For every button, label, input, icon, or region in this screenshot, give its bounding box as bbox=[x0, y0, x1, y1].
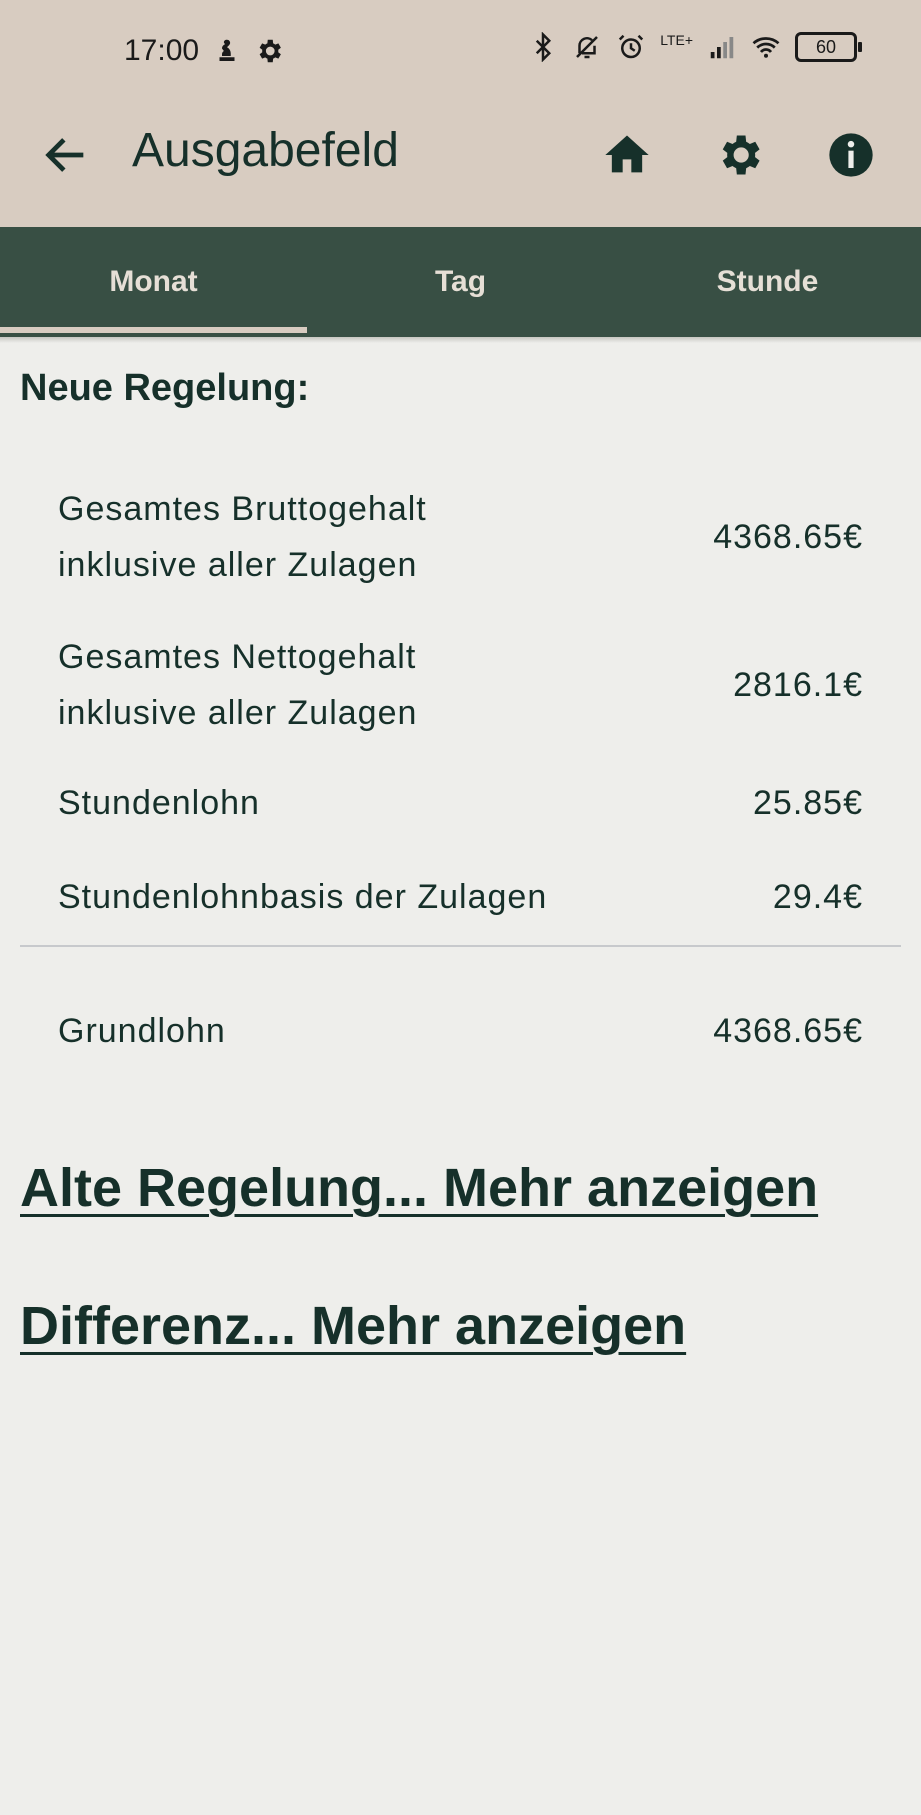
settings-button[interactable] bbox=[709, 125, 769, 185]
row-label: Gesamtes Nettogehalt inklusive aller Zul… bbox=[58, 629, 417, 741]
status-right-icons: LTE+ 60 bbox=[528, 32, 862, 62]
row-value: 29.4€ bbox=[772, 877, 863, 916]
status-time: 17:00 bbox=[124, 34, 200, 67]
alarm-icon bbox=[619, 34, 644, 59]
row-label-line: Gesamtes Bruttogehalt bbox=[58, 490, 427, 528]
row-value: 2816.1€ bbox=[733, 665, 863, 704]
row-netto: Gesamtes Nettogehalt inklusive aller Zul… bbox=[58, 629, 863, 741]
status-bar: 17:00 LTE+ 60 bbox=[0, 0, 921, 103]
back-button[interactable] bbox=[40, 129, 92, 181]
divider bbox=[20, 945, 901, 947]
row-label-line: inklusive aller Zulagen bbox=[58, 546, 418, 584]
network-type: LTE+ bbox=[660, 32, 693, 48]
tab-bar: Monat Tag Stunde bbox=[0, 227, 921, 337]
bluetooth-icon bbox=[536, 32, 552, 62]
row-label-line: Gesamtes Nettogehalt bbox=[58, 638, 417, 676]
alte-regelung-link[interactable]: Alte Regelung... Mehr anzeigen bbox=[20, 1157, 818, 1219]
wifi-icon bbox=[752, 37, 780, 58]
row-value: 4368.65€ bbox=[713, 1011, 863, 1050]
row-value: 4368.65€ bbox=[713, 517, 863, 556]
differenz-link[interactable]: Differenz... Mehr anzeigen bbox=[20, 1295, 686, 1357]
app-bar-actions bbox=[597, 125, 881, 185]
info-icon bbox=[829, 133, 873, 177]
tab-monat[interactable]: Monat bbox=[0, 227, 307, 337]
signal-icon bbox=[710, 37, 734, 59]
row-grundlohn: Grundlohn 4368.65€ bbox=[58, 1003, 863, 1059]
row-label: Grundlohn bbox=[58, 1012, 226, 1050]
row-brutto: Gesamtes Bruttogehalt inklusive aller Zu… bbox=[58, 481, 863, 593]
row-label: Stundenlohnbasis der Zulagen bbox=[58, 878, 548, 916]
row-label: Stundenlohn bbox=[58, 784, 260, 822]
arrow-back-icon bbox=[45, 138, 84, 172]
gear-icon bbox=[259, 39, 281, 63]
row-label: Gesamtes Bruttogehalt inklusive aller Zu… bbox=[58, 481, 427, 593]
tab-stunde[interactable]: Stunde bbox=[614, 227, 921, 337]
status-left-icons bbox=[212, 36, 284, 66]
row-label-line: inklusive aller Zulagen bbox=[58, 694, 418, 732]
page-title: Ausgabefeld bbox=[132, 124, 399, 177]
gear-icon bbox=[722, 135, 760, 175]
tab-tag[interactable]: Tag bbox=[307, 227, 614, 337]
notification-app-icon bbox=[219, 39, 235, 61]
info-button[interactable] bbox=[821, 125, 881, 185]
battery-level: 60 bbox=[815, 37, 837, 57]
app-bar: Ausgabefeld bbox=[0, 103, 921, 227]
battery-indicator: 60 bbox=[795, 32, 862, 62]
section-heading-neue: Neue Regelung: bbox=[20, 367, 310, 409]
home-button[interactable] bbox=[597, 125, 657, 185]
row-stundenlohnbasis: Stundenlohnbasis der Zulagen 29.4€ bbox=[58, 869, 863, 925]
row-value: 25.85€ bbox=[753, 783, 863, 822]
mute-bell-icon bbox=[576, 36, 599, 59]
tabs-shadow bbox=[0, 337, 921, 343]
row-stundenlohn: Stundenlohn 25.85€ bbox=[58, 775, 863, 831]
home-icon bbox=[605, 135, 649, 173]
